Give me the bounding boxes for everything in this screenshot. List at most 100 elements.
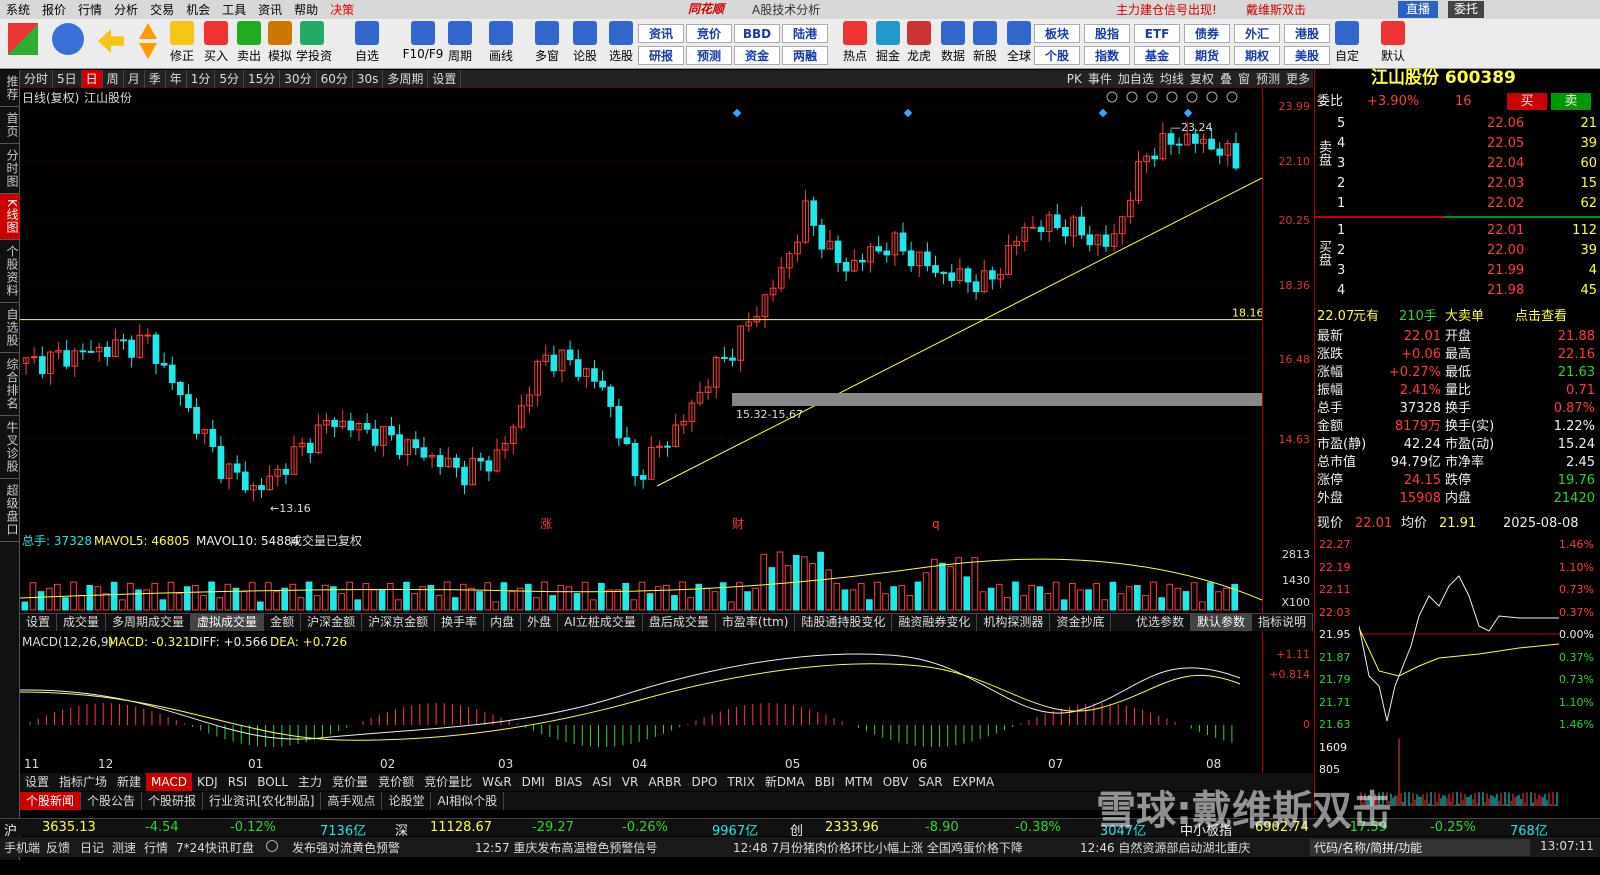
btm-tab-22[interactable]: OBV <box>878 773 914 791</box>
period-2[interactable]: 日 <box>81 69 103 88</box>
param-tab-1[interactable]: 默认参数 <box>1190 614 1252 631</box>
event-mark-0[interactable]: 涨 <box>540 516 552 531</box>
toolbar-tag-1-0[interactable]: 研报 <box>638 46 684 65</box>
toolbar-btn-3[interactable]: 模拟 <box>264 21 296 64</box>
home-icon[interactable] <box>1166 91 1178 103</box>
ind-tab-7[interactable]: 换手率 <box>435 614 485 631</box>
event-mark-2[interactable]: q <box>932 517 940 531</box>
tool-7[interactable]: 预测 <box>1253 70 1283 88</box>
assistant-icon[interactable] <box>52 23 84 55</box>
ind-tab-16[interactable]: 资金抄底 <box>1050 614 1112 631</box>
period-14[interactable]: 设置 <box>428 69 462 88</box>
ind-tab-6[interactable]: 沪深京金额 <box>362 614 436 631</box>
ind-tab-9[interactable]: 外盘 <box>521 614 559 631</box>
news-tab-2[interactable]: 个股研报 <box>142 792 204 810</box>
btm-tab-6[interactable]: BOLL <box>252 773 293 791</box>
left-tab-8[interactable]: 超级盘口 <box>0 479 20 542</box>
menu-trade[interactable]: 交易 <box>144 1 180 18</box>
menu-analysis[interactable]: 分析 <box>108 1 144 18</box>
menu-news[interactable]: 资讯 <box>252 1 288 18</box>
news-tab-3[interactable]: 行业资讯[农化制品] <box>203 792 322 810</box>
refresh-icon[interactable] <box>266 840 278 852</box>
btm-tab-1[interactable]: 指标广场 <box>54 773 112 791</box>
period-9[interactable]: 15分 <box>244 69 281 88</box>
diamond-marker-0[interactable] <box>732 108 742 118</box>
status-watch[interactable]: 盯盘 <box>230 839 254 856</box>
toolbar-tag-0-3[interactable]: 陆港 <box>782 24 828 43</box>
tool-4[interactable]: 复权 <box>1187 70 1217 88</box>
diamond-marker-2[interactable] <box>1098 108 1108 118</box>
left-tab-4[interactable]: 个股资料 <box>0 240 20 303</box>
ind-tab-8[interactable]: 内盘 <box>484 614 522 631</box>
intraday-chart[interactable] <box>1359 536 1559 816</box>
left-tab-6[interactable]: 综合排名 <box>0 353 20 416</box>
pen-icon[interactable] <box>1126 91 1138 103</box>
btm-tab-19[interactable]: 新DMA <box>760 773 810 791</box>
status-diary[interactable]: 日记 <box>80 839 104 856</box>
btm-tab-8[interactable]: 竞价量 <box>327 773 373 791</box>
menu-chance[interactable]: 机会 <box>180 1 216 18</box>
tool-3[interactable]: 均线 <box>1157 70 1187 88</box>
tool-2[interactable]: 加自选 <box>1115 70 1157 88</box>
btm-tab-10[interactable]: 竞价量比 <box>419 773 477 791</box>
menu-decision[interactable]: 决策 <box>324 1 360 18</box>
news-item-2[interactable]: 12:48 7月份猪肉价格环比小幅上涨 全国鸡蛋价格下降 <box>733 839 1023 856</box>
status-mobile[interactable]: 手机端 <box>4 839 40 856</box>
left-tab-5[interactable]: 自选股 <box>0 303 20 353</box>
toolbar-tag-1-2[interactable]: 资金 <box>734 46 780 65</box>
toolbar-tag-1-7[interactable]: 期货 <box>1184 46 1230 65</box>
news-tab-4[interactable]: 高手观点 <box>321 792 383 810</box>
btm-tab-9[interactable]: 竞价额 <box>373 773 419 791</box>
toolbar-btn-19[interactable]: 默认 <box>1370 21 1416 64</box>
toolbar-btn-4[interactable]: 学投资 <box>296 21 332 64</box>
toolbar-btn-18[interactable]: 自定 <box>1324 21 1370 64</box>
period-3[interactable]: 周 <box>103 69 124 88</box>
ind-tab-2[interactable]: 多周期成交量 <box>106 614 192 631</box>
tool-5[interactable]: 叠 <box>1217 70 1235 88</box>
toolbar-tag-1-1[interactable]: 预测 <box>686 46 732 65</box>
trust-button[interactable]: 委托 <box>1448 1 1485 18</box>
period-10[interactable]: 30分 <box>280 69 317 88</box>
toolbar-tag-0-9[interactable]: 港股 <box>1284 24 1330 43</box>
toolbar-btn-0[interactable]: 修正 <box>166 21 198 64</box>
period-13[interactable]: 多周期 <box>383 69 429 88</box>
btm-tab-23[interactable]: SAR <box>913 773 947 791</box>
lock-icon[interactable] <box>1186 91 1198 103</box>
bigorder-view[interactable]: 点击查看 <box>1515 308 1567 325</box>
menu-help[interactable]: 帮助 <box>288 1 324 18</box>
minus-icon[interactable] <box>1226 91 1238 103</box>
buy-button[interactable]: 买 <box>1507 93 1547 110</box>
toolbar-tag-1-4[interactable]: 个股 <box>1034 46 1080 65</box>
ind-tab-5[interactable]: 沪深金额 <box>301 614 363 631</box>
toolbar-btn-2[interactable]: 卖出 <box>233 21 265 64</box>
ind-tab-4[interactable]: 金额 <box>264 614 302 631</box>
toolbar-btn-7[interactable]: 周期 <box>437 21 483 64</box>
toolbar-btn-1[interactable]: 买入 <box>200 21 232 64</box>
toolbar-btn-8[interactable]: 画线 <box>478 21 524 64</box>
btm-tab-17[interactable]: DPO <box>686 773 722 791</box>
left-tab-0[interactable]: 推荐 <box>0 70 20 107</box>
toolbar-tag-1-8[interactable]: 期权 <box>1234 46 1280 65</box>
ind-tab-0[interactable]: 设置 <box>20 614 58 631</box>
news-item-0[interactable]: 发布强对流黄色预警 <box>292 839 400 856</box>
sell-button[interactable]: 卖 <box>1551 93 1591 110</box>
btm-tab-24[interactable]: EXPMA <box>948 773 1000 791</box>
toolbar-tag-0-4[interactable]: 板块 <box>1034 24 1080 43</box>
period-5[interactable]: 季 <box>145 69 166 88</box>
updown-icon[interactable] <box>139 23 159 63</box>
plus-icon[interactable] <box>1206 91 1218 103</box>
btm-tab-20[interactable]: BBI <box>810 773 840 791</box>
btm-tab-13[interactable]: BIAS <box>550 773 588 791</box>
menu-system[interactable]: 系统 <box>0 1 36 18</box>
signal-author[interactable]: 戴维斯双击 <box>1246 1 1306 18</box>
diamond-marker-3[interactable] <box>1183 108 1193 118</box>
btm-tab-12[interactable]: DMI <box>517 773 550 791</box>
period-1[interactable]: 5日 <box>53 69 82 88</box>
btm-tab-4[interactable]: KDJ <box>192 773 223 791</box>
status-feedback[interactable]: 反馈 <box>46 839 70 856</box>
ind-tab-10[interactable]: AI立桩成交量 <box>558 614 643 631</box>
btm-tab-3[interactable]: MACD <box>146 773 193 791</box>
left-tab-7[interactable]: 牛叉诊股 <box>0 416 20 479</box>
kline-chart[interactable]: 日线(复权) 江山股份 18.16 15.32-15.67 —23.24 ←13.16 涨 财… <box>20 88 1262 808</box>
period-0[interactable]: 分时 <box>20 69 54 88</box>
